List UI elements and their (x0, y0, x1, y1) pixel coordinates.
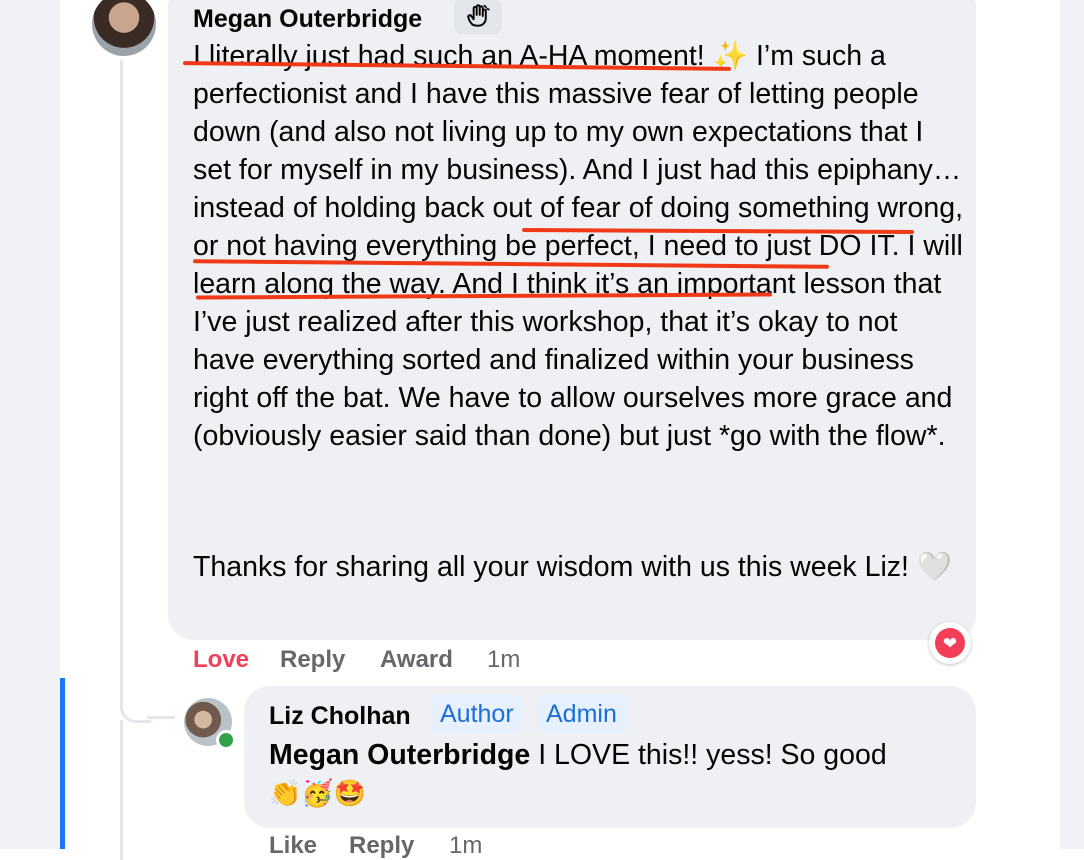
waving-hand-icon[interactable] (454, 0, 502, 34)
like-button[interactable]: Like (269, 832, 317, 860)
heart-icon[interactable]: ❤ (929, 622, 971, 664)
love-button[interactable]: Love (193, 646, 249, 674)
comment-text: I literally just had such an A-HA moment… (193, 40, 964, 452)
thread-line (120, 60, 123, 710)
admin-badge: Admin (537, 695, 626, 733)
online-status-dot (216, 730, 236, 750)
mention-link[interactable]: Megan Outerbridge (269, 739, 530, 771)
focus-indicator (60, 678, 65, 849)
thread-line-lower (120, 720, 123, 860)
reply-emojis: 👏🥳🤩 (269, 778, 367, 808)
award-button[interactable]: Award (380, 646, 453, 674)
reply-button[interactable]: Reply (349, 832, 414, 860)
author-badge: Author (431, 695, 523, 733)
reply-author[interactable]: Liz Cholhan (269, 702, 411, 731)
reply-button[interactable]: Reply (280, 646, 345, 674)
comment-author[interactable]: Megan Outerbridge (193, 5, 422, 34)
reply-text: Megan Outerbridge I LOVE this!! yess! So… (269, 736, 959, 812)
comment-timestamp[interactable]: 1m (487, 646, 520, 674)
thread-connector-tail (147, 716, 175, 719)
reply-timestamp[interactable]: 1m (449, 832, 482, 860)
comment-text-paragraph-2: Thanks for sharing all your wisdom with … (193, 551, 953, 583)
reply-message: I LOVE this!! yess! So good (530, 739, 887, 771)
